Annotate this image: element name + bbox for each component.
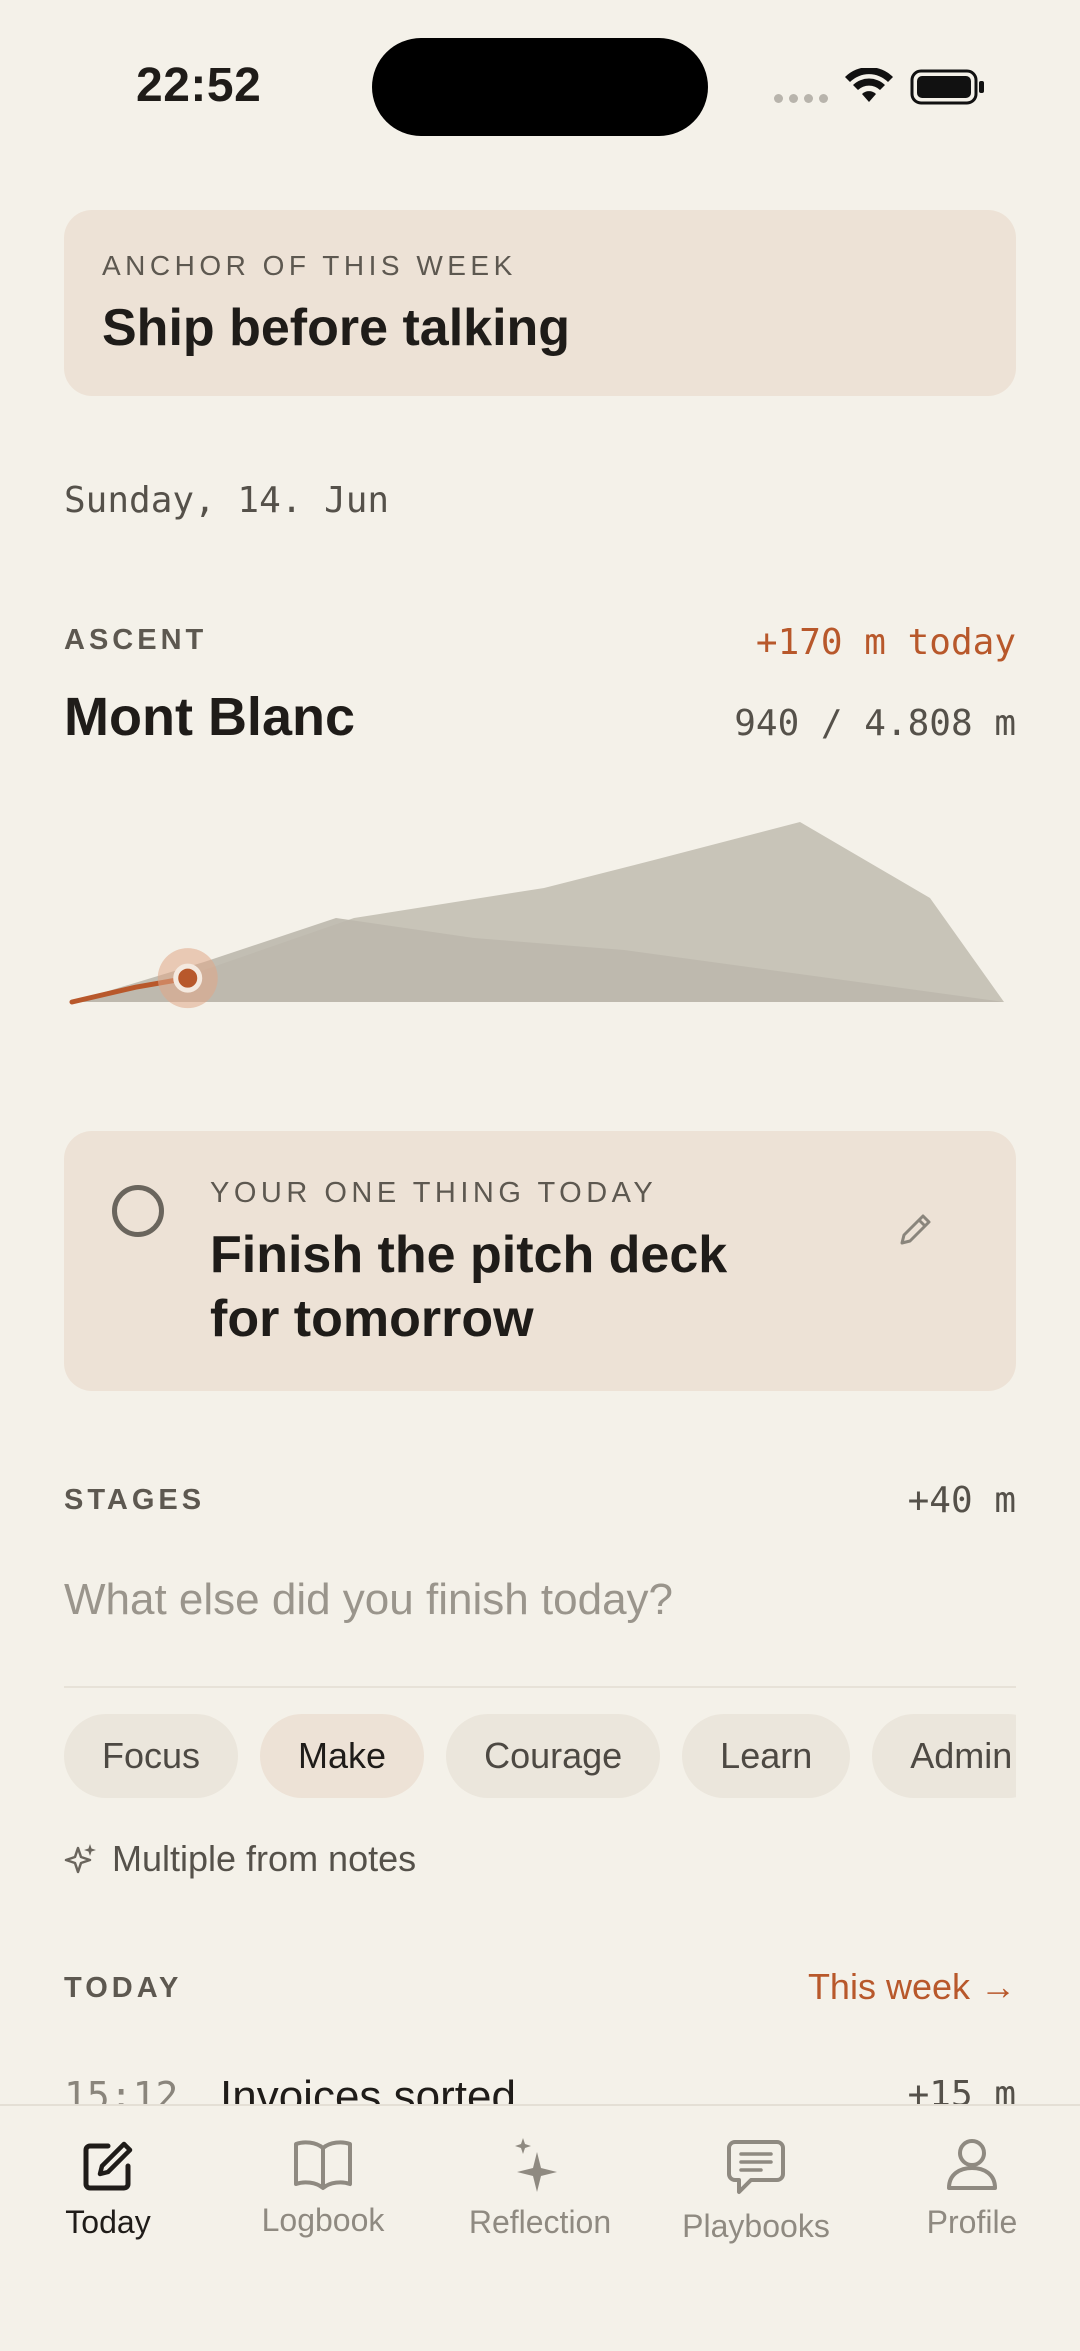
current-position-marker bbox=[173, 963, 203, 993]
divider bbox=[64, 1686, 1016, 1688]
compose-icon bbox=[83, 2141, 133, 2191]
anchor-title: Ship before talking bbox=[102, 299, 571, 357]
chip-learn[interactable]: Learn bbox=[682, 1714, 851, 1798]
multiple-from-notes-button[interactable]: Multiple from notes bbox=[64, 1838, 416, 1880]
one-thing-checkbox[interactable] bbox=[112, 1185, 164, 1237]
wifi-icon bbox=[845, 68, 893, 102]
ascent-today-gain: +170 m today bbox=[755, 622, 1016, 663]
tab-profile[interactable]: Profile bbox=[872, 2136, 1072, 2241]
tab-reflection[interactable]: Reflection bbox=[440, 2136, 640, 2241]
tab-logbook[interactable]: Logbook bbox=[223, 2136, 423, 2239]
stages-label: STAGES bbox=[64, 1484, 206, 1516]
edit-pencil-icon[interactable] bbox=[894, 1209, 936, 1251]
chat-bubble-icon bbox=[727, 2140, 785, 2194]
chip-make[interactable]: Make bbox=[260, 1714, 425, 1798]
chip-focus[interactable]: Focus bbox=[64, 1714, 239, 1798]
sparkle-icon bbox=[515, 2138, 557, 2192]
stages-gain: +40 m bbox=[907, 1480, 1016, 1521]
mountain-name: Mont Blanc bbox=[64, 687, 355, 747]
altitude-progress: 940 / 4.808 m bbox=[734, 703, 1016, 744]
one-thing-card[interactable]: YOUR ONE THING TODAY Finish the pitch de… bbox=[64, 1131, 1016, 1391]
ascent-label: ASCENT bbox=[64, 624, 208, 656]
tab-logbook-label: Logbook bbox=[261, 2202, 385, 2238]
chip-admin[interactable]: Admin bbox=[872, 1714, 1016, 1798]
notes-action-label: Multiple from notes bbox=[112, 1838, 417, 1879]
tab-playbooks[interactable]: Playbooks bbox=[656, 2138, 856, 2245]
weekly-anchor-card[interactable]: ANCHOR OF THIS WEEK Ship before talking bbox=[64, 210, 1016, 396]
status-time: 22:52 bbox=[136, 59, 262, 112]
tab-bar: Today Logbook Reflection Playbooks Profi… bbox=[0, 2104, 1080, 2351]
today-label: TODAY bbox=[64, 1972, 183, 2004]
chip-courage[interactable]: Courage bbox=[446, 1714, 661, 1798]
battery-icon bbox=[910, 69, 984, 105]
tab-profile-label: Profile bbox=[926, 2204, 1018, 2240]
category-chips: Focus Make Courage Learn Admin bbox=[64, 1714, 1016, 1800]
cellular-signal-icon bbox=[774, 94, 828, 103]
tab-playbooks-label: Playbooks bbox=[682, 2208, 830, 2244]
dynamic-island bbox=[372, 38, 708, 136]
book-icon bbox=[294, 2140, 352, 2190]
this-week-link[interactable]: This week → bbox=[808, 1966, 1016, 2008]
one-thing-title: Finish the pitch deck for tomorrow bbox=[210, 1226, 728, 1348]
person-icon bbox=[947, 2139, 997, 2190]
mountain-profile-chart bbox=[69, 822, 1004, 1009]
tab-today-label: Today bbox=[65, 2204, 151, 2240]
tab-reflection-label: Reflection bbox=[468, 2204, 612, 2240]
sparkle-icon bbox=[64, 1844, 96, 1874]
tab-today[interactable]: Today bbox=[8, 2136, 208, 2241]
one-thing-kicker: YOUR ONE THING TODAY bbox=[210, 1177, 658, 1209]
anchor-kicker: ANCHOR OF THIS WEEK bbox=[102, 250, 517, 281]
current-date: Sunday, 14. Jun bbox=[64, 480, 390, 521]
stage-input[interactable] bbox=[64, 1570, 1016, 1630]
